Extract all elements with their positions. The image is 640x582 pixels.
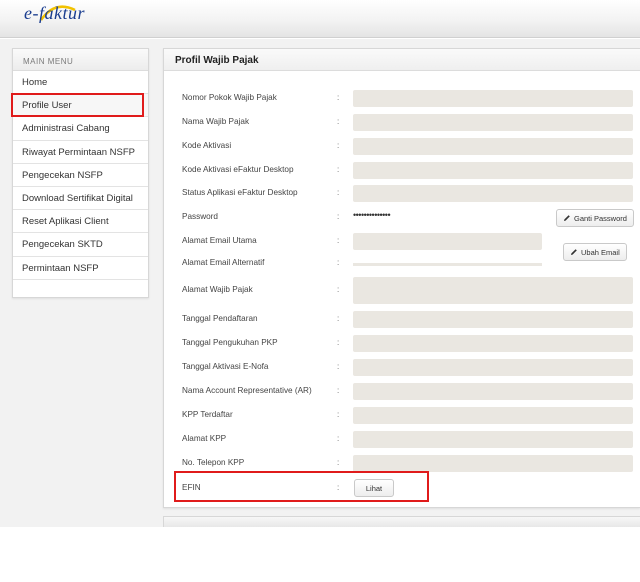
label-alamat-email-utama: Alamat Email Utama xyxy=(182,236,257,245)
ubah-email-label: Ubah Email xyxy=(581,248,620,257)
colon: : xyxy=(337,141,340,150)
ganti-password-button[interactable]: Ganti Password xyxy=(556,209,634,227)
field-npwp xyxy=(353,90,633,107)
field-alamat-email-utama xyxy=(353,233,542,250)
label-kpp-terdaftar: KPP Terdaftar xyxy=(182,410,233,419)
page-bottom-area xyxy=(0,527,640,582)
colon: : xyxy=(337,236,340,245)
label-status-aplikasi-efaktur-desktop: Status Aplikasi eFaktur Desktop xyxy=(182,188,298,197)
colon: : xyxy=(337,483,340,492)
panel-footer-bar xyxy=(163,516,640,527)
label-tanggal-pendaftaran: Tanggal Pendaftaran xyxy=(182,314,258,323)
colon: : xyxy=(337,434,340,443)
label-alamat-wajib-pajak: Alamat Wajib Pajak xyxy=(182,285,253,294)
sidebar-item-pengecekan-sktd[interactable]: Pengecekan SKTD xyxy=(13,233,148,257)
label-nama-wajib-pajak: Nama Wajib Pajak xyxy=(182,117,250,126)
label-password: Password xyxy=(182,212,218,221)
field-tanggal-pendaftaran xyxy=(353,311,633,328)
label-no-telepon-kpp: No. Telepon KPP xyxy=(182,458,245,467)
field-alamat-kpp xyxy=(353,431,633,448)
label-npwp: Nomor Pokok Wajib Pajak xyxy=(182,93,277,102)
field-alamat-wajib-pajak xyxy=(353,277,633,304)
colon: : xyxy=(337,165,340,174)
ubah-email-button[interactable]: Ubah Email xyxy=(563,243,627,261)
colon: : xyxy=(337,338,340,347)
label-nama-account-representative: Nama Account Representative (AR) xyxy=(182,386,312,395)
label-kode-aktivasi-efaktur-desktop: Kode Aktivasi eFaktur Desktop xyxy=(182,165,294,174)
sidebar-item-pengecekan-nsfp[interactable]: Pengecekan NSFP xyxy=(13,163,148,187)
field-tanggal-aktivasi-enofa xyxy=(353,359,633,376)
label-kode-aktivasi: Kode Aktivasi xyxy=(182,141,232,150)
sidebar-item-home[interactable]: Home xyxy=(13,71,148,95)
label-tanggal-pengukuhan-pkp: Tanggal Pengukuhan PKP xyxy=(182,338,278,347)
sidebar-item-riwayat-permintaan-nsfp[interactable]: Riwayat Permintaan NSFP xyxy=(13,140,148,164)
sidebar-header: MAIN MENU xyxy=(13,49,148,71)
lihat-efin-button[interactable]: Lihat xyxy=(354,479,394,497)
field-kode-aktivasi xyxy=(353,138,633,155)
colon: : xyxy=(337,212,340,221)
colon: : xyxy=(337,188,340,197)
field-no-telepon-kpp xyxy=(353,455,633,472)
field-alamat-email-alternatif xyxy=(353,263,542,266)
colon: : xyxy=(337,314,340,323)
colon: : xyxy=(337,410,340,419)
colon: : xyxy=(337,93,340,102)
colon: : xyxy=(337,362,340,371)
colon: : xyxy=(337,258,340,267)
label-alamat-email-alternatif: Alamat Email Alternatif xyxy=(182,258,265,267)
sidebar-item-download-sertifikat-digital[interactable]: Download Sertifikat Digital xyxy=(13,186,148,211)
label-alamat-kpp: Alamat KPP xyxy=(182,434,227,443)
password-value: •••••••••••••• xyxy=(353,210,391,220)
ganti-password-label: Ganti Password xyxy=(574,214,627,223)
colon: : xyxy=(337,285,340,294)
label-efin: EFIN xyxy=(182,483,201,492)
field-kode-aktivasi-efaktur-desktop xyxy=(353,162,633,179)
field-kpp-terdaftar xyxy=(353,407,633,424)
field-nama-wajib-pajak xyxy=(353,114,633,131)
sidebar-item-reset-aplikasi-client[interactable]: Reset Aplikasi Client xyxy=(13,210,148,234)
colon: : xyxy=(337,386,340,395)
pencil-icon xyxy=(564,215,570,221)
label-tanggal-aktivasi-enofa: Tanggal Aktivasi E-Nofa xyxy=(182,362,269,371)
sidebar-item-profile-user[interactable]: Profile User xyxy=(13,94,148,118)
pencil-icon xyxy=(571,249,577,255)
top-header-bar: e-faktur xyxy=(0,0,640,38)
sidebar-item-permintaan-nsfp[interactable]: Permintaan NSFP xyxy=(13,256,148,280)
field-tanggal-pengukuhan-pkp xyxy=(353,335,633,352)
sidebar-main-menu: MAIN MENU Home Profile User Administrasi… xyxy=(12,48,149,298)
panel-title: Profil Wajib Pajak xyxy=(164,49,640,71)
field-nama-account-representative xyxy=(353,383,633,400)
app-logo[interactable]: e-faktur xyxy=(24,3,85,24)
colon: : xyxy=(337,458,340,467)
colon: : xyxy=(337,117,340,126)
field-status-aplikasi-efaktur-desktop xyxy=(353,185,633,202)
sidebar-item-administrasi-cabang[interactable]: Administrasi Cabang xyxy=(13,117,148,141)
